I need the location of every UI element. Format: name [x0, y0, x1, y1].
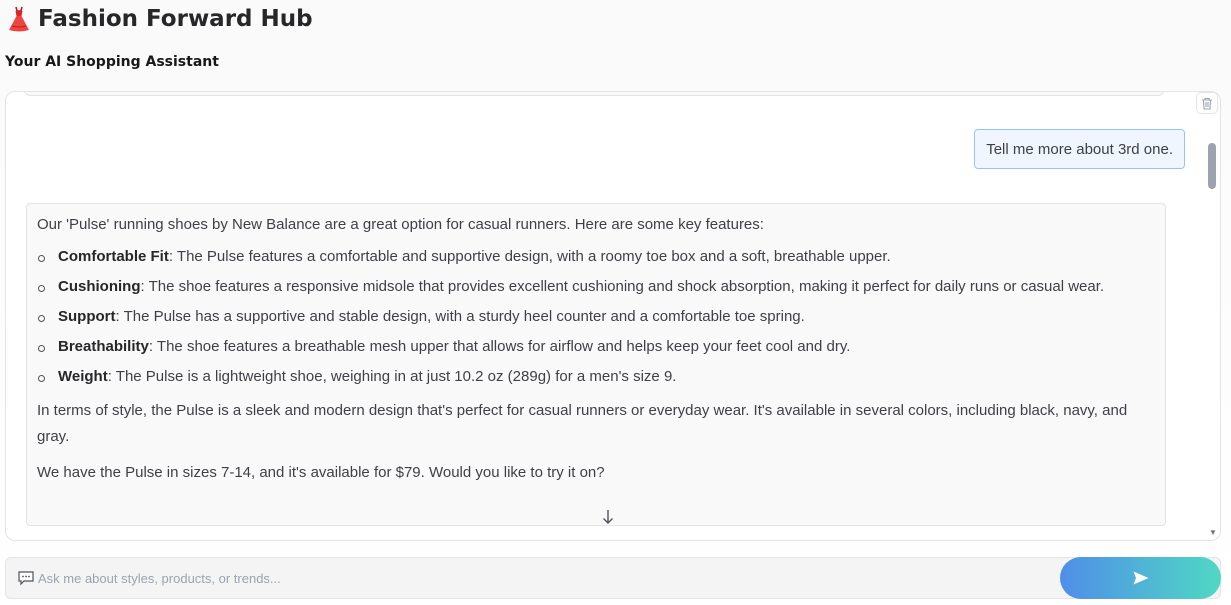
assistant-intro: Our 'Pulse' running shoes by New Balance…: [37, 216, 764, 233]
jump-to-bottom-icon[interactable]: [600, 508, 616, 526]
feature-text: : The Pulse is a lightweight shoe, weigh…: [107, 368, 677, 385]
feature-label: Cushioning: [58, 278, 141, 295]
feature-item: Breathability: The shoe features a breat…: [37, 334, 1155, 360]
feature-text: : The Pulse has a supportive and stable …: [115, 308, 805, 325]
speech-bubble-icon: [18, 571, 34, 586]
chat-panel[interactable]: ▼ Tell me more about 3rd one. Our 'Pulse…: [5, 91, 1221, 541]
user-message-text: Tell me more about 3rd one.: [986, 140, 1173, 158]
assistant-closing: We have the Pulse in sizes 7-14, and it'…: [37, 464, 605, 481]
feature-label: Weight: [58, 368, 108, 385]
feature-item: Support: The Pulse has a supportive and …: [37, 304, 1155, 330]
dress-icon: [9, 6, 29, 32]
clear-chat-button[interactable]: [1196, 92, 1218, 114]
app-header: Fashion Forward Hub: [6, 4, 313, 34]
scroll-down-arrow-icon[interactable]: ▼: [1208, 528, 1218, 537]
chat-input[interactable]: [38, 566, 1048, 590]
send-arrow-icon: [1133, 571, 1148, 585]
feature-label: Support: [58, 308, 116, 325]
feature-text: : The shoe features a breathable mesh up…: [148, 338, 851, 355]
feature-label: Breathability: [58, 338, 149, 355]
send-button[interactable]: [1060, 557, 1221, 599]
feature-list: Comfortable Fit: The Pulse features a co…: [37, 244, 1155, 390]
previous-message-edge: [24, 92, 1164, 96]
app-title: Fashion Forward Hub: [38, 6, 313, 32]
feature-text: : The Pulse features a comfortable and s…: [168, 248, 891, 265]
assistant-style-paragraph: In terms of style, the Pulse is a sleek …: [37, 402, 1128, 445]
feature-item: Weight: The Pulse is a lightweight shoe,…: [37, 364, 1155, 390]
feature-item: Comfortable Fit: The Pulse features a co…: [37, 244, 1155, 270]
assistant-message: Our 'Pulse' running shoes by New Balance…: [26, 203, 1166, 526]
chat-scrollbar-thumb[interactable]: [1208, 143, 1216, 189]
feature-item: Cushioning: The shoe features a responsi…: [37, 274, 1155, 300]
app-subtitle: Your AI Shopping Assistant: [5, 54, 219, 70]
trash-icon: [1202, 97, 1212, 110]
user-message: Tell me more about 3rd one.: [974, 129, 1185, 169]
feature-text: : The shoe features a responsive midsole…: [140, 278, 1105, 295]
chat-input-bar: [5, 557, 1221, 599]
app-root: Fashion Forward Hub Your AI Shopping Ass…: [0, 0, 1231, 605]
feature-label: Comfortable Fit: [58, 248, 169, 265]
